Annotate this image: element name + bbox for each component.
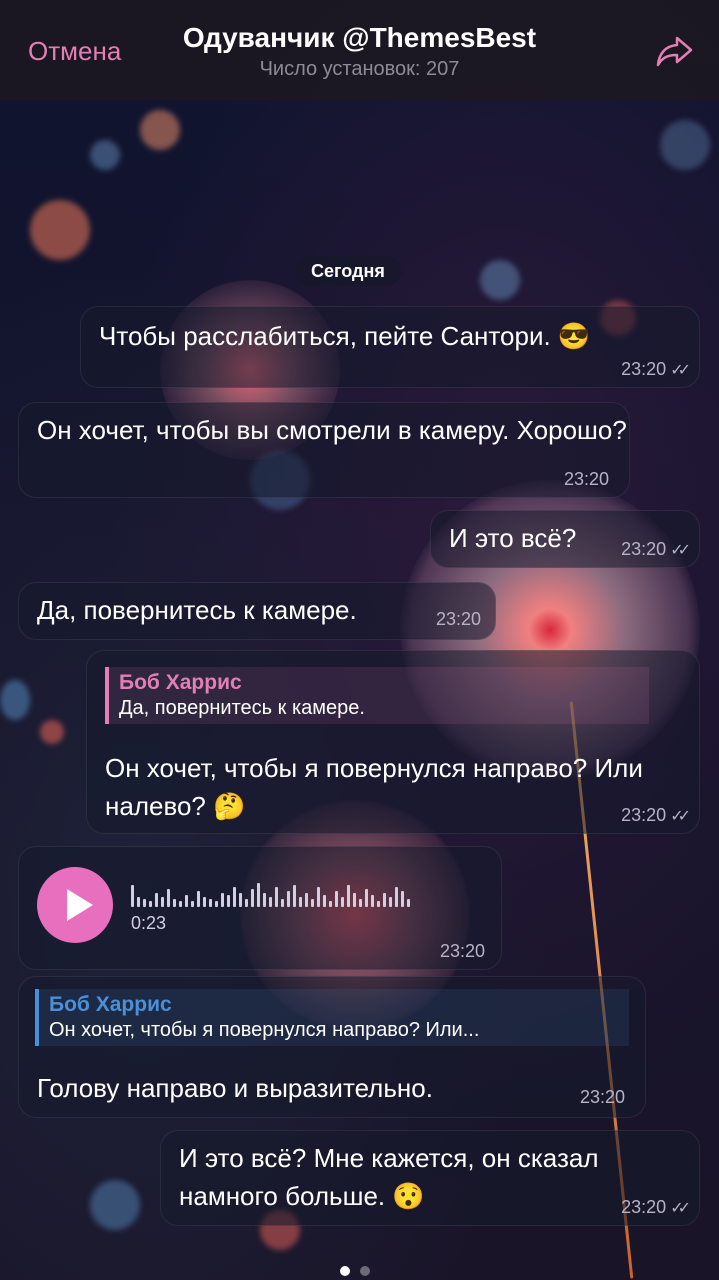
message-meta: 23:20 ✓✓ bbox=[621, 359, 691, 380]
page-indicator bbox=[340, 1266, 370, 1276]
message-text: Да, повернитесь к камере. bbox=[37, 595, 357, 625]
page-dot-active[interactable] bbox=[340, 1266, 350, 1276]
voice-message[interactable]: 0:23 23:20 bbox=[18, 846, 502, 970]
message-time: 23:20 bbox=[563, 469, 609, 489]
message-time: 23:20 bbox=[435, 609, 481, 629]
message-incoming[interactable]: Да, повернитесь к камере. 23:20 bbox=[18, 582, 496, 640]
reply-author: Боб Харрис bbox=[119, 671, 242, 694]
message-text: Он хочет, чтобы вы смотрели в камеру. Хо… bbox=[37, 415, 627, 445]
reply-text: Да, повернитесь к камере. bbox=[119, 697, 365, 719]
message-outgoing[interactable]: Чтобы расслабиться, пейте Сантори. 😎 23:… bbox=[80, 306, 700, 388]
message-meta: 23:20 ✓✓ bbox=[621, 539, 691, 560]
read-checks-icon: ✓✓ bbox=[670, 1200, 691, 1217]
message-meta: 23:20 ✓✓ bbox=[621, 805, 691, 826]
read-checks-icon: ✓✓ bbox=[670, 808, 691, 825]
voice-duration: 0:23 bbox=[131, 913, 167, 933]
message-time: 23:20 bbox=[621, 539, 667, 559]
read-checks-icon: ✓✓ bbox=[670, 362, 691, 379]
reply-quote[interactable]: Боб Харрис Он хочет, чтобы я повернулся … bbox=[35, 989, 629, 1046]
message-time: 23:20 bbox=[579, 1087, 625, 1107]
top-bar: Отмена Одуванчик @ThemesBest Число устан… bbox=[0, 0, 719, 100]
message-time: 23:20 bbox=[439, 941, 485, 961]
install-count: Число установок: 207 bbox=[259, 58, 460, 80]
message-outgoing-reply[interactable]: Боб Харрис Да, повернитесь к камере. Он … bbox=[86, 650, 700, 834]
share-arrow-icon[interactable] bbox=[655, 34, 695, 70]
reply-author: Боб Харрис bbox=[49, 993, 172, 1016]
message-incoming-reply[interactable]: Боб Харрис Он хочет, чтобы я повернулся … bbox=[18, 976, 646, 1118]
reply-text: Он хочет, чтобы я повернулся направо? Ил… bbox=[49, 1019, 480, 1041]
page-dot[interactable] bbox=[360, 1266, 370, 1276]
message-text: Голову направо и выразительно. bbox=[37, 1073, 433, 1103]
theme-title: Одуванчик @ThemesBest bbox=[182, 22, 537, 53]
message-outgoing[interactable]: И это всё? Мне кажется, он сказал намног… bbox=[160, 1130, 700, 1226]
message-time: 23:20 bbox=[621, 359, 667, 379]
message-outgoing[interactable]: И это всё? 23:20 ✓✓ bbox=[430, 510, 700, 568]
play-icon[interactable] bbox=[37, 867, 113, 943]
message-text: Он хочет, чтобы я повернулся направо? Ил… bbox=[105, 753, 643, 821]
date-divider: Сегодня bbox=[295, 256, 401, 286]
message-text: Чтобы расслабиться, пейте Сантори. 😎 bbox=[99, 321, 591, 351]
message-time: 23:20 bbox=[621, 1197, 667, 1217]
message-text: И это всё? bbox=[449, 523, 577, 553]
message-incoming[interactable]: Он хочет, чтобы вы смотрели в камеру. Хо… bbox=[18, 402, 630, 498]
message-time: 23:20 bbox=[621, 805, 667, 825]
message-meta: 23:20 ✓✓ bbox=[621, 1197, 691, 1218]
reply-quote[interactable]: Боб Харрис Да, повернитесь к камере. bbox=[105, 667, 649, 724]
waveform[interactable] bbox=[131, 881, 410, 907]
read-checks-icon: ✓✓ bbox=[670, 542, 691, 559]
